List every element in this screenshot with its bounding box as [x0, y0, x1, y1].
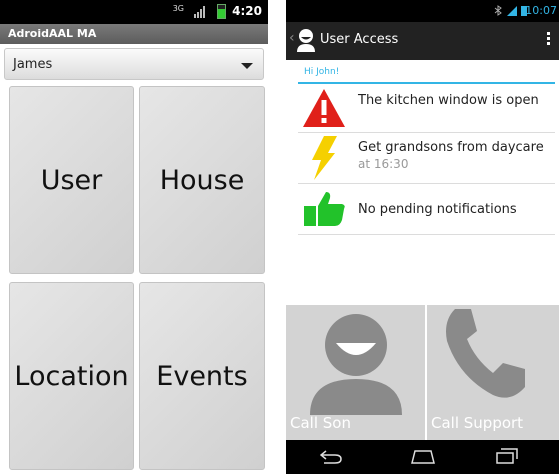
- location-tile-button[interactable]: Location: [9, 282, 134, 470]
- notification-text: The kitchen window is open: [358, 93, 539, 108]
- notification-subtext: at 16:30: [358, 157, 409, 171]
- app-title: AdroidAAL MA: [8, 27, 97, 40]
- call-support-label: Call Support: [431, 414, 524, 432]
- dropdown-arrow-icon: [241, 63, 253, 69]
- action-bar: ‹ User Access: [286, 22, 559, 60]
- notification-item[interactable]: No pending notifications: [298, 184, 555, 235]
- house-tile-button[interactable]: House: [139, 86, 265, 274]
- signal-icon: [507, 6, 517, 16]
- recent-apps-icon[interactable]: [496, 448, 518, 464]
- call-son-button[interactable]: Call Son: [286, 305, 425, 440]
- user-select-dropdown[interactable]: James: [4, 48, 264, 80]
- network-type-indicator: 3G: [172, 4, 184, 13]
- status-bar: 3G 4:20: [0, 0, 268, 24]
- greeting-text: Hi John!: [304, 67, 340, 77]
- back-icon[interactable]: [320, 450, 342, 464]
- events-tile-button[interactable]: Events: [139, 282, 265, 470]
- action-bar-title: User Access: [320, 32, 399, 47]
- left-phone-screen: 3G 4:20 AdroidAAL MA James User House Lo…: [0, 0, 268, 474]
- user-avatar-icon[interactable]: [296, 28, 316, 52]
- status-time: 4:20: [232, 4, 262, 18]
- app-title-bar: AdroidAAL MA: [0, 24, 268, 44]
- up-caret-icon[interactable]: ‹: [289, 30, 295, 46]
- notification-text: Get grandsons from daycare: [358, 140, 544, 155]
- battery-icon: [217, 4, 226, 19]
- call-support-button[interactable]: Call Support: [427, 305, 559, 440]
- call-son-label: Call Son: [290, 414, 351, 432]
- warning-icon: [303, 89, 345, 127]
- bluetooth-icon: [494, 5, 502, 16]
- person-icon: [310, 314, 402, 415]
- overflow-menu-icon[interactable]: [547, 32, 551, 47]
- user-tile-button[interactable]: User: [9, 86, 134, 274]
- signal-icon: [194, 6, 206, 18]
- phone-icon: [446, 309, 525, 398]
- navigation-bar: [286, 440, 559, 474]
- home-icon[interactable]: [411, 450, 435, 464]
- lightning-icon: [312, 136, 337, 180]
- thumbs-up-icon: [304, 192, 345, 226]
- user-select-value: James: [13, 57, 53, 72]
- greeting-divider: [298, 82, 555, 84]
- status-time: 10:07: [525, 4, 557, 17]
- notification-item[interactable]: The kitchen window is open: [298, 86, 555, 133]
- right-phone-screen: 10:07 ‹ User Access Hi John! The kitchen…: [286, 0, 559, 474]
- status-bar: 10:07: [286, 0, 559, 22]
- notification-item[interactable]: Get grandsons from daycare at 16:30: [298, 133, 555, 184]
- notification-text: No pending notifications: [358, 202, 517, 217]
